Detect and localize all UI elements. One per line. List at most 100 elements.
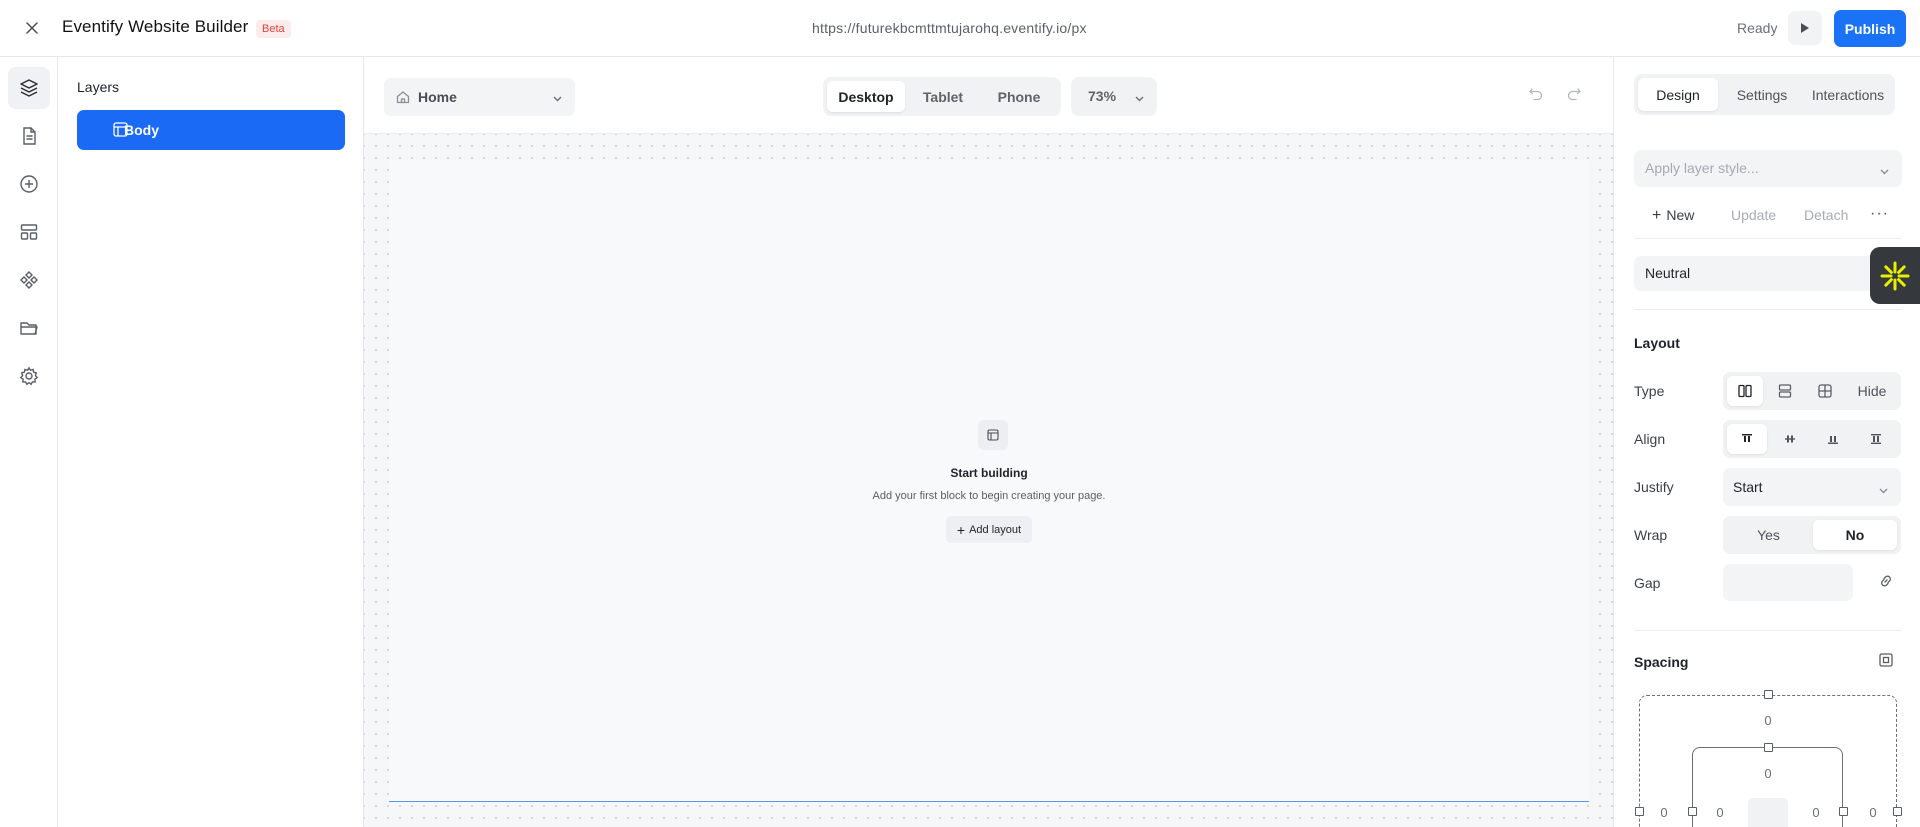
divider — [1634, 238, 1902, 239]
justify-value: Start — [1733, 479, 1763, 495]
padding-top-value[interactable]: 0 — [1756, 766, 1780, 781]
page-select[interactable]: Home — [384, 78, 575, 116]
type-columns-button[interactable] — [1727, 376, 1763, 406]
rail-settings-button[interactable] — [8, 355, 50, 397]
type-label: Type — [1634, 383, 1665, 399]
padding-right-handle[interactable] — [1839, 807, 1848, 816]
type-grid-button[interactable] — [1807, 376, 1843, 406]
properties-panel: Design Settings Interactions Apply layer… — [1613, 57, 1920, 827]
gap-input[interactable] — [1723, 564, 1853, 601]
align-stretch-icon — [1871, 434, 1881, 444]
site-url[interactable]: https://futurekbcmttmtujarohq.eventify.i… — [812, 20, 1087, 36]
zoom-select[interactable]: 73% — [1071, 77, 1157, 116]
redo-button[interactable] — [1566, 86, 1586, 106]
tab-settings[interactable]: Settings — [1722, 78, 1802, 111]
frame-icon — [113, 122, 128, 140]
add-icon — [20, 175, 38, 193]
align-group — [1723, 420, 1901, 458]
redo-icon — [1567, 88, 1581, 101]
zoom-value: 73% — [1088, 88, 1117, 104]
link-gap-button[interactable] — [1878, 573, 1898, 593]
new-style-label: New — [1666, 207, 1695, 223]
rail-layers-button[interactable] — [8, 67, 50, 109]
layout-icon — [987, 429, 999, 441]
plus-icon: + — [1652, 207, 1662, 224]
play-icon — [1801, 23, 1809, 33]
assistant-button[interactable] — [1870, 247, 1920, 304]
grid-icon — [1818, 384, 1832, 398]
canvas-toolbar: Home Desktop Tablet Phone 73% — [364, 57, 1613, 134]
tab-interactions[interactable]: Interactions — [1804, 78, 1892, 111]
align-stretch-button[interactable] — [1856, 424, 1896, 454]
neutral-field[interactable]: Neutral — [1634, 256, 1902, 291]
padding-right-value[interactable]: 0 — [1804, 805, 1828, 820]
device-tablet-button[interactable]: Tablet — [907, 81, 979, 112]
layers-title: Layers — [77, 79, 120, 95]
update-style-button[interactable]: Update — [1731, 207, 1776, 223]
page-select-label: Home — [418, 89, 457, 105]
device-phone-button[interactable]: Phone — [981, 81, 1057, 112]
margin-left-handle[interactable] — [1635, 807, 1644, 816]
canvas-stage: Start building Add your first block to b… — [364, 134, 1613, 827]
columns-icon — [1738, 384, 1752, 398]
new-style-button[interactable]: + New — [1652, 207, 1694, 225]
justify-select[interactable]: Start — [1723, 468, 1901, 506]
spacing-section-title: Spacing — [1634, 654, 1689, 670]
neutral-value: Neutral — [1645, 265, 1691, 281]
align-label: Align — [1634, 431, 1666, 447]
empty-state-title: Start building — [950, 466, 1028, 480]
align-bottom-icon — [1828, 436, 1838, 444]
spacing-mode-button[interactable] — [1878, 652, 1898, 672]
divider — [1634, 309, 1902, 310]
properties-tabs: Design Settings Interactions — [1634, 74, 1895, 115]
content-box — [1748, 798, 1788, 827]
layers-panel: Layers Body — [58, 57, 364, 827]
layers-icon — [20, 79, 38, 97]
home-icon — [396, 90, 410, 107]
tab-design[interactable]: Design — [1638, 78, 1718, 111]
align-center-button[interactable] — [1770, 424, 1810, 454]
margin-top-value[interactable]: 0 — [1756, 713, 1780, 728]
device-desktop-button[interactable]: Desktop — [827, 81, 905, 112]
margin-right-handle[interactable] — [1893, 807, 1902, 816]
sparkle-icon — [1880, 261, 1910, 290]
layer-label: Body — [124, 122, 159, 138]
more-options-button[interactable]: ··· — [1870, 205, 1889, 223]
detach-style-button[interactable]: Detach — [1804, 207, 1848, 223]
margin-top-handle[interactable] — [1764, 690, 1773, 699]
layer-style-select[interactable]: Apply layer style... — [1634, 150, 1902, 187]
preview-button[interactable] — [1788, 11, 1822, 45]
publish-button[interactable]: Publish — [1834, 10, 1906, 47]
align-start-button[interactable] — [1727, 424, 1767, 454]
padding-left-value[interactable]: 0 — [1708, 805, 1732, 820]
align-end-button[interactable] — [1813, 424, 1853, 454]
rail-assets-button[interactable] — [8, 307, 50, 349]
layer-item-body[interactable]: Body — [77, 110, 345, 150]
wrap-yes-button[interactable]: Yes — [1727, 520, 1810, 550]
close-button[interactable] — [22, 18, 42, 38]
rail-components-button[interactable] — [8, 259, 50, 301]
margin-right-value[interactable]: 0 — [1861, 805, 1885, 820]
rail-add-button[interactable] — [8, 163, 50, 205]
add-layout-button[interactable]: + Add layout — [946, 516, 1032, 543]
justify-label: Justify — [1634, 479, 1674, 495]
rail-pages-button[interactable] — [8, 115, 50, 157]
page-frame[interactable]: Start building Add your first block to b… — [389, 160, 1589, 802]
wrap-no-button[interactable]: No — [1813, 520, 1897, 550]
chevron-down-icon — [552, 91, 563, 107]
device-switcher: Desktop Tablet Phone — [823, 77, 1061, 116]
components-icon — [20, 271, 38, 289]
type-hide-button[interactable]: Hide — [1847, 376, 1897, 406]
undo-icon — [1529, 88, 1543, 101]
padding-left-handle[interactable] — [1688, 807, 1697, 816]
undo-button[interactable] — [1528, 86, 1548, 106]
layout-type-group: Hide — [1723, 372, 1901, 410]
rail-layout-button[interactable] — [8, 211, 50, 253]
padding-top-handle[interactable] — [1764, 743, 1773, 752]
empty-state-icon — [978, 420, 1008, 450]
margin-left-value[interactable]: 0 — [1652, 805, 1676, 820]
folder-icon — [20, 322, 38, 335]
align-center-icon — [1785, 435, 1795, 443]
type-rows-button[interactable] — [1767, 376, 1803, 406]
expand-icon — [1879, 653, 1893, 667]
